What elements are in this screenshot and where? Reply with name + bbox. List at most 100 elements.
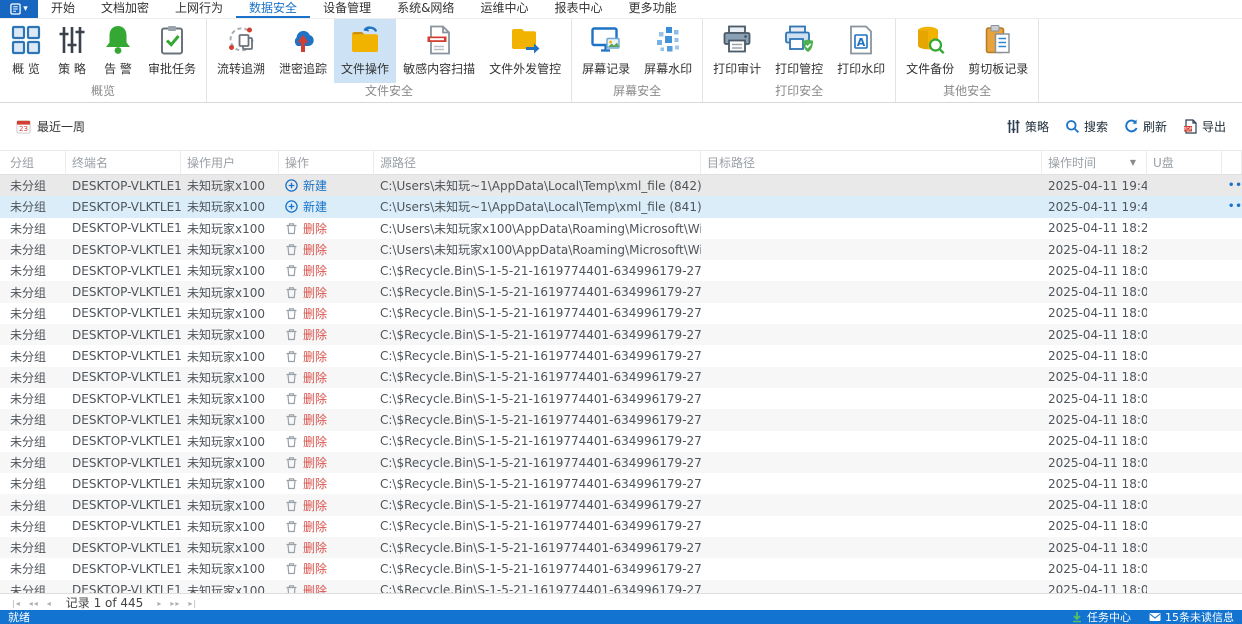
menu-bar: ▾ 开始 文档加密 上网行为 数据安全 设备管理 系统&网络 运维中心 报表中心 更多功能 — [0, 0, 1242, 19]
cell-usb — [1147, 367, 1222, 388]
toolbar-button-1[interactable]: 策略 — [1006, 118, 1049, 135]
ribbon-item-4-1[interactable]: 打印审计 — [706, 19, 768, 83]
menu-tab-1[interactable]: 开始 — [38, 0, 88, 18]
menu-tab-8[interactable]: 报表中心 — [541, 0, 615, 18]
table-header: 分组 终端名 操作用户 操作 源路径 目标路径 操作时间 ▼ U盘 — [0, 151, 1242, 175]
table-row[interactable]: 未分组 DESKTOP-VLKTLE1 未知玩家x100 删除 C:\$Recycle.… — [0, 303, 1242, 324]
table-row[interactable]: 未分组 DESKTOP-VLKTLE1 未知玩家x100 删除 C:\$Recycle.… — [0, 345, 1242, 366]
table-row[interactable]: 未分组 DESKTOP-VLKTLE1 未知玩家x100 删除 C:\$Recycle.… — [0, 409, 1242, 431]
column-header-9[interactable] — [1222, 151, 1242, 174]
date-range-filter[interactable]: 23 最近一周 — [16, 118, 85, 135]
menu-tab-9[interactable]: 更多功能 — [615, 0, 689, 18]
cell-time: 2025-04-11 18:01:38 — [1048, 519, 1147, 534]
toolbar-button-3[interactable]: 刷新 — [1124, 118, 1167, 135]
cell-target-path — [701, 580, 1042, 593]
toolbar-button-4[interactable]: PDF 导出 — [1183, 118, 1226, 135]
last-page-icon[interactable]: ▸| — [188, 599, 197, 608]
ribbon-group-4: 打印审计 打印管控 A 打印水印 打印安全 — [703, 19, 897, 102]
table-row[interactable]: 未分组 DESKTOP-VLKTLE1 未知玩家x100 删除 C:\$Recycle.… — [0, 451, 1242, 474]
ribbon-item-5-2[interactable]: 剪切板记录 — [961, 19, 1035, 83]
cell-operation: 删除 — [279, 409, 374, 430]
ribbon-item-1-1[interactable]: 概 览 — [3, 19, 49, 83]
next-page-icon[interactable]: ▸ — [157, 599, 162, 608]
cell-user: 未知玩家x100 — [187, 456, 266, 470]
table-row[interactable]: 未分组 DESKTOP-VLKTLE1 未知玩家x100 删除 C:\$Recycle.… — [0, 431, 1242, 452]
screen-record-icon — [590, 24, 622, 56]
menu-tab-2[interactable]: 文档加密 — [88, 0, 162, 18]
table-body: 未分组 DESKTOP-VLKTLE1 未知玩家x100 新建 C:\Users\未知玩… — [0, 175, 1242, 593]
column-header-3[interactable]: 操作用户 — [181, 151, 279, 174]
cell-source-path: C:\$Recycle.Bin\S-1-5-21-1619774401-6349… — [380, 285, 701, 300]
operation-label: 删除 — [303, 477, 328, 492]
table-row[interactable]: 未分组 DESKTOP-VLKTLE1 未知玩家x100 删除 C:\$Recycle.… — [0, 281, 1242, 303]
operation-label: 删除 — [303, 519, 328, 534]
app-menu-button[interactable]: ▾ — [0, 0, 38, 18]
column-header-5[interactable]: 源路径 — [374, 151, 701, 174]
ribbon-item-3-1[interactable]: 屏幕记录 — [575, 19, 637, 83]
ribbon-item-label: 屏幕记录 — [582, 62, 631, 76]
ribbon-item-1-4[interactable]: 审批任务 — [141, 19, 203, 83]
column-header-4[interactable]: 操作 — [279, 151, 374, 174]
table-row[interactable]: 未分组 DESKTOP-VLKTLE1 未知玩家x100 删除 C:\$Recycle.… — [0, 579, 1242, 593]
ribbon-item-2-4[interactable]: 敏感内容扫描 — [396, 19, 482, 83]
menu-tab-7[interactable]: 运维中心 — [467, 0, 541, 18]
ribbon-item-4-3[interactable]: A 打印水印 — [830, 19, 892, 83]
column-header-1[interactable]: 分组 — [0, 151, 66, 174]
cell-group: 未分组 — [10, 243, 47, 258]
menu-tab-3[interactable]: 上网行为 — [162, 0, 236, 18]
menu-tab-4[interactable]: 数据安全 — [236, 0, 310, 18]
ribbon-item-label: 概 览 — [12, 62, 40, 76]
table-row[interactable]: 未分组 DESKTOP-VLKTLE1 未知玩家x100 删除 C:\$Recycle.… — [0, 366, 1242, 388]
ribbon-item-2-2[interactable]: 泄密追踪 — [272, 19, 334, 83]
ribbon-item-3-2[interactable]: 屏幕水印 — [637, 19, 699, 83]
ribbon-item-2-1[interactable]: 流转追溯 — [210, 19, 272, 83]
table-row[interactable]: 未分组 DESKTOP-VLKTLE1 未知玩家x100 删除 C:\$Recycle.… — [0, 324, 1242, 346]
row-more-actions-button[interactable]: ••• — [1228, 180, 1242, 191]
table-row[interactable]: 未分组 DESKTOP-VLKTLE1 未知玩家x100 删除 C:\$Recycle.… — [0, 260, 1242, 281]
cell-terminal: DESKTOP-VLKTLE1 — [72, 434, 181, 449]
table-row[interactable]: 未分组 DESKTOP-VLKTLE1 未知玩家x100 删除 C:\$Recycle.… — [0, 473, 1242, 494]
column-header-7[interactable]: 操作时间 ▼ — [1042, 151, 1147, 174]
menu-tab-5[interactable]: 设备管理 — [310, 0, 384, 18]
cell-target-path — [701, 452, 1042, 473]
ribbon-item-4-2[interactable]: 打印管控 — [768, 19, 830, 83]
row-more-actions-button[interactable]: ••• — [1228, 201, 1242, 212]
fast-next-icon[interactable]: ▸▸ — [170, 599, 180, 608]
prev-page-icon[interactable]: ◂ — [47, 599, 52, 608]
cell-target-path — [701, 281, 1042, 302]
unread-messages-button[interactable]: 15条未读信息 — [1149, 609, 1234, 624]
file-backup-icon — [914, 24, 946, 56]
ribbon-item-2-5[interactable]: 文件外发管控 — [482, 19, 568, 83]
cell-group: 未分组 — [10, 349, 47, 364]
table-row[interactable]: 未分组 DESKTOP-VLKTLE1 未知玩家x100 新建 C:\Users\未知玩… — [0, 196, 1242, 218]
table-row[interactable]: 未分组 DESKTOP-VLKTLE1 未知玩家x100 删除 C:\Users\未知玩… — [0, 238, 1242, 261]
ribbon-item-5-1[interactable]: 文件备份 — [899, 19, 961, 83]
ribbon-item-1-3[interactable]: 告 警 — [95, 19, 141, 83]
table-row[interactable]: 未分组 DESKTOP-VLKTLE1 未知玩家x100 删除 C:\$Recycle.… — [0, 558, 1242, 579]
table-row[interactable]: 未分组 DESKTOP-VLKTLE1 未知玩家x100 删除 C:\$Recycle.… — [0, 494, 1242, 516]
ribbon-group-1: 概 览 策 略 告 警 审批任务 概览 — [0, 19, 208, 102]
column-header-2[interactable]: 终端名 — [66, 151, 181, 174]
operation-label: 删除 — [303, 583, 328, 593]
cell-source-path: C:\$Recycle.Bin\S-1-5-21-1619774401-6349… — [380, 370, 701, 385]
column-header-6[interactable]: 目标路径 — [701, 151, 1042, 174]
column-header-8[interactable]: U盘 — [1147, 151, 1222, 174]
table-row[interactable]: 未分组 DESKTOP-VLKTLE1 未知玩家x100 删除 C:\$Recycle.… — [0, 388, 1242, 409]
cell-target-path — [701, 345, 1042, 366]
chevron-down-icon: ▾ — [23, 4, 28, 14]
ribbon-item-label: 策 略 — [58, 62, 86, 76]
sort-caret-icon[interactable]: ▼ — [1130, 158, 1140, 167]
table-row[interactable]: 未分组 DESKTOP-VLKTLE1 未知玩家x100 删除 C:\Users\未知玩… — [0, 218, 1242, 239]
toolbar-button-2[interactable]: 搜索 — [1065, 118, 1108, 135]
task-center-button[interactable]: 任务中心 — [1071, 609, 1131, 624]
table-row[interactable]: 未分组 DESKTOP-VLKTLE1 未知玩家x100 新建 C:\Users\未知玩… — [0, 175, 1242, 197]
fast-prev-icon[interactable]: ◂◂ — [29, 599, 39, 608]
ribbon-item-2-3[interactable]: 文件操作 — [334, 19, 397, 83]
first-page-icon[interactable]: |◂ — [12, 599, 21, 608]
cell-operation: 删除 — [279, 516, 374, 537]
menu-tab-6[interactable]: 系统&网络 — [384, 0, 467, 18]
ribbon-item-1-2[interactable]: 策 略 — [49, 19, 95, 83]
table-row[interactable]: 未分组 DESKTOP-VLKTLE1 未知玩家x100 删除 C:\$Recycle.… — [0, 516, 1242, 537]
table-row[interactable]: 未分组 DESKTOP-VLKTLE1 未知玩家x100 删除 C:\$Recycle.… — [0, 537, 1242, 559]
cell-operation: 删除 — [279, 367, 374, 388]
